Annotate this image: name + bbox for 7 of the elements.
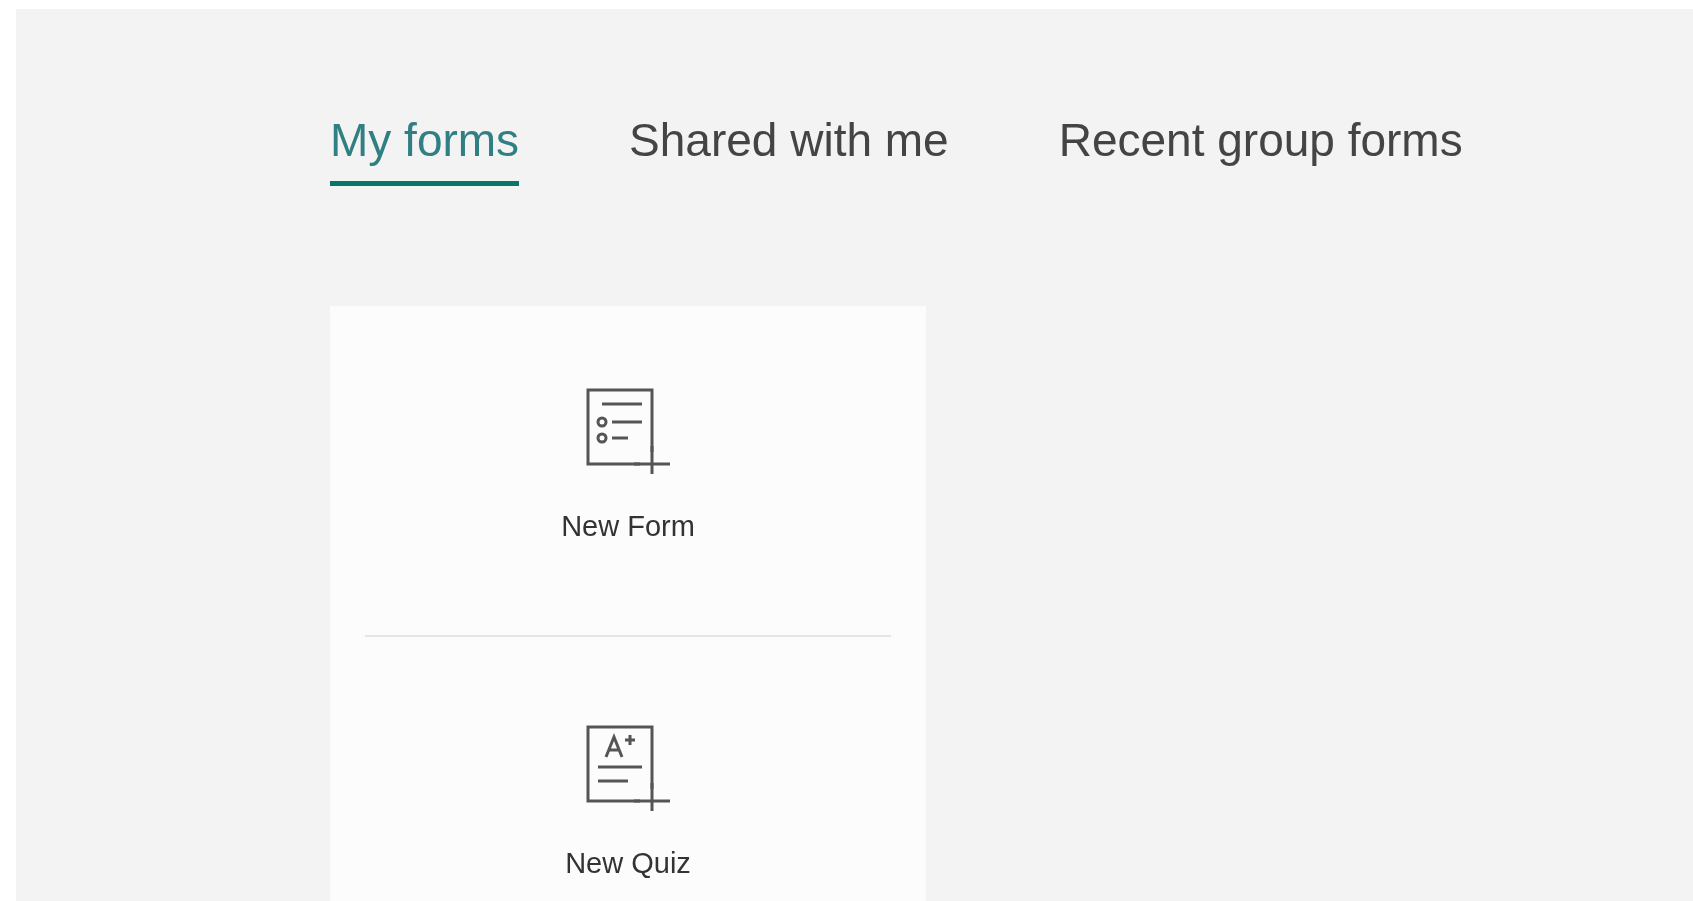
tab[interactable]: Recent group forms: [1058, 117, 1463, 186]
new-form-button[interactable]: New Form: [365, 306, 891, 635]
tab[interactable]: Shared with me: [629, 117, 949, 186]
tab[interactable]: My forms: [330, 117, 520, 186]
quiz-add-icon: [584, 723, 672, 813]
form-add-icon: [584, 386, 672, 476]
new-quiz-button[interactable]: New Quiz: [365, 637, 891, 878]
